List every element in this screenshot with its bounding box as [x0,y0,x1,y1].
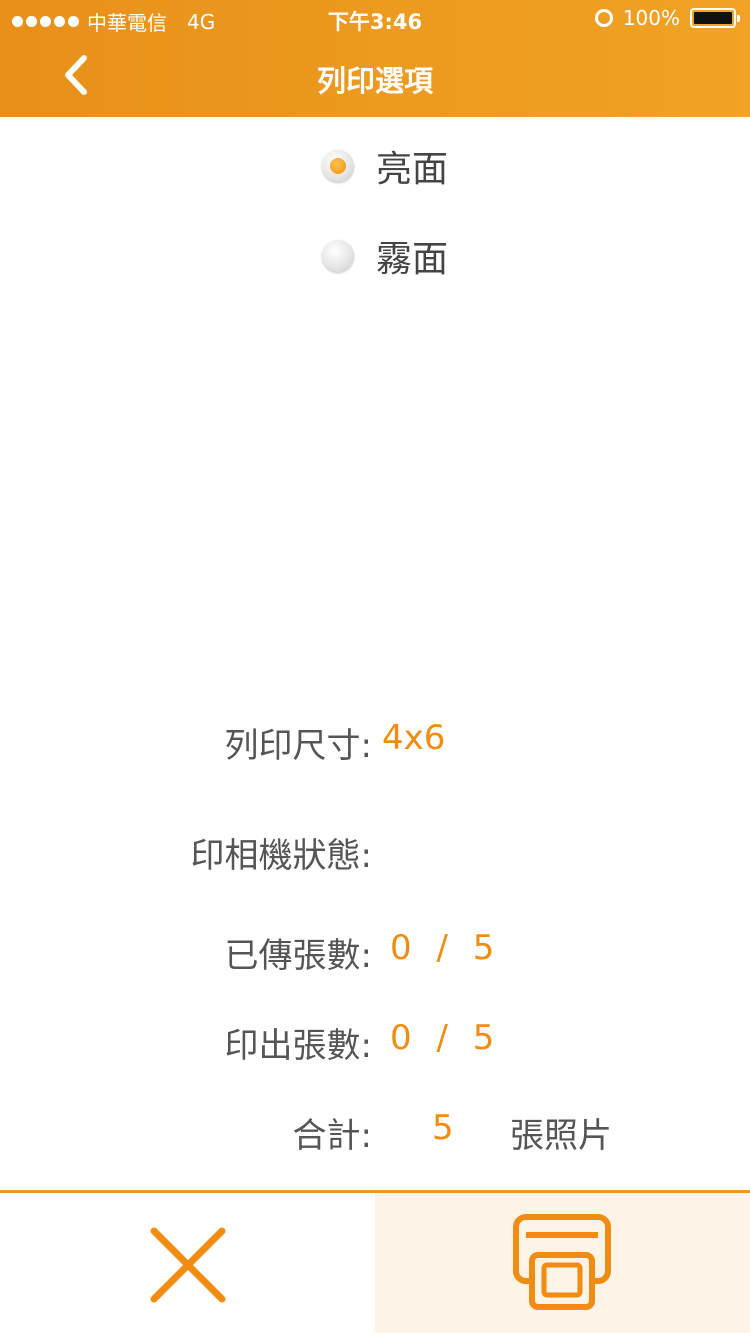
status-bar: 中華電信 4G 下午3:46 100% [0,0,750,38]
radio-button-matte[interactable] [322,240,354,272]
close-icon [150,1227,226,1303]
page-title: 列印選項 [316,64,433,98]
sent-count-value: 0 / 5 [390,928,495,968]
alarm-icon [594,9,613,27]
finish-option-glossy[interactable]: 亮面 [322,140,448,192]
printed-count-value: 0 / 5 [390,1018,495,1058]
total-label: 合計: [292,1116,372,1156]
print-size-value: 4x6 [382,718,446,758]
printed-count-label: 印出張數: [224,1026,372,1066]
header: 中華電信 4G 下午3:46 100% 列印選項 [0,0,750,117]
cancel-button[interactable] [0,1193,375,1333]
print-size-label: 列印尺寸: [224,726,372,766]
finish-option-matte[interactable]: 霧面 [322,230,448,282]
battery-icon [690,8,740,28]
total-value: 5 [432,1108,454,1148]
sent-count-label: 已傳張數: [224,936,372,976]
printer-icon [513,1214,611,1310]
status-right: 100% [594,6,740,30]
print-button[interactable] [375,1193,750,1333]
radio-button-glossy[interactable] [322,150,354,182]
finish-option-label: 霧面 [376,239,449,280]
total-unit: 張照片 [510,1116,612,1156]
printer-status-label: 印相機狀態: [190,836,372,876]
finish-option-label: 亮面 [376,149,449,190]
battery-percentage: 100% [622,6,680,30]
